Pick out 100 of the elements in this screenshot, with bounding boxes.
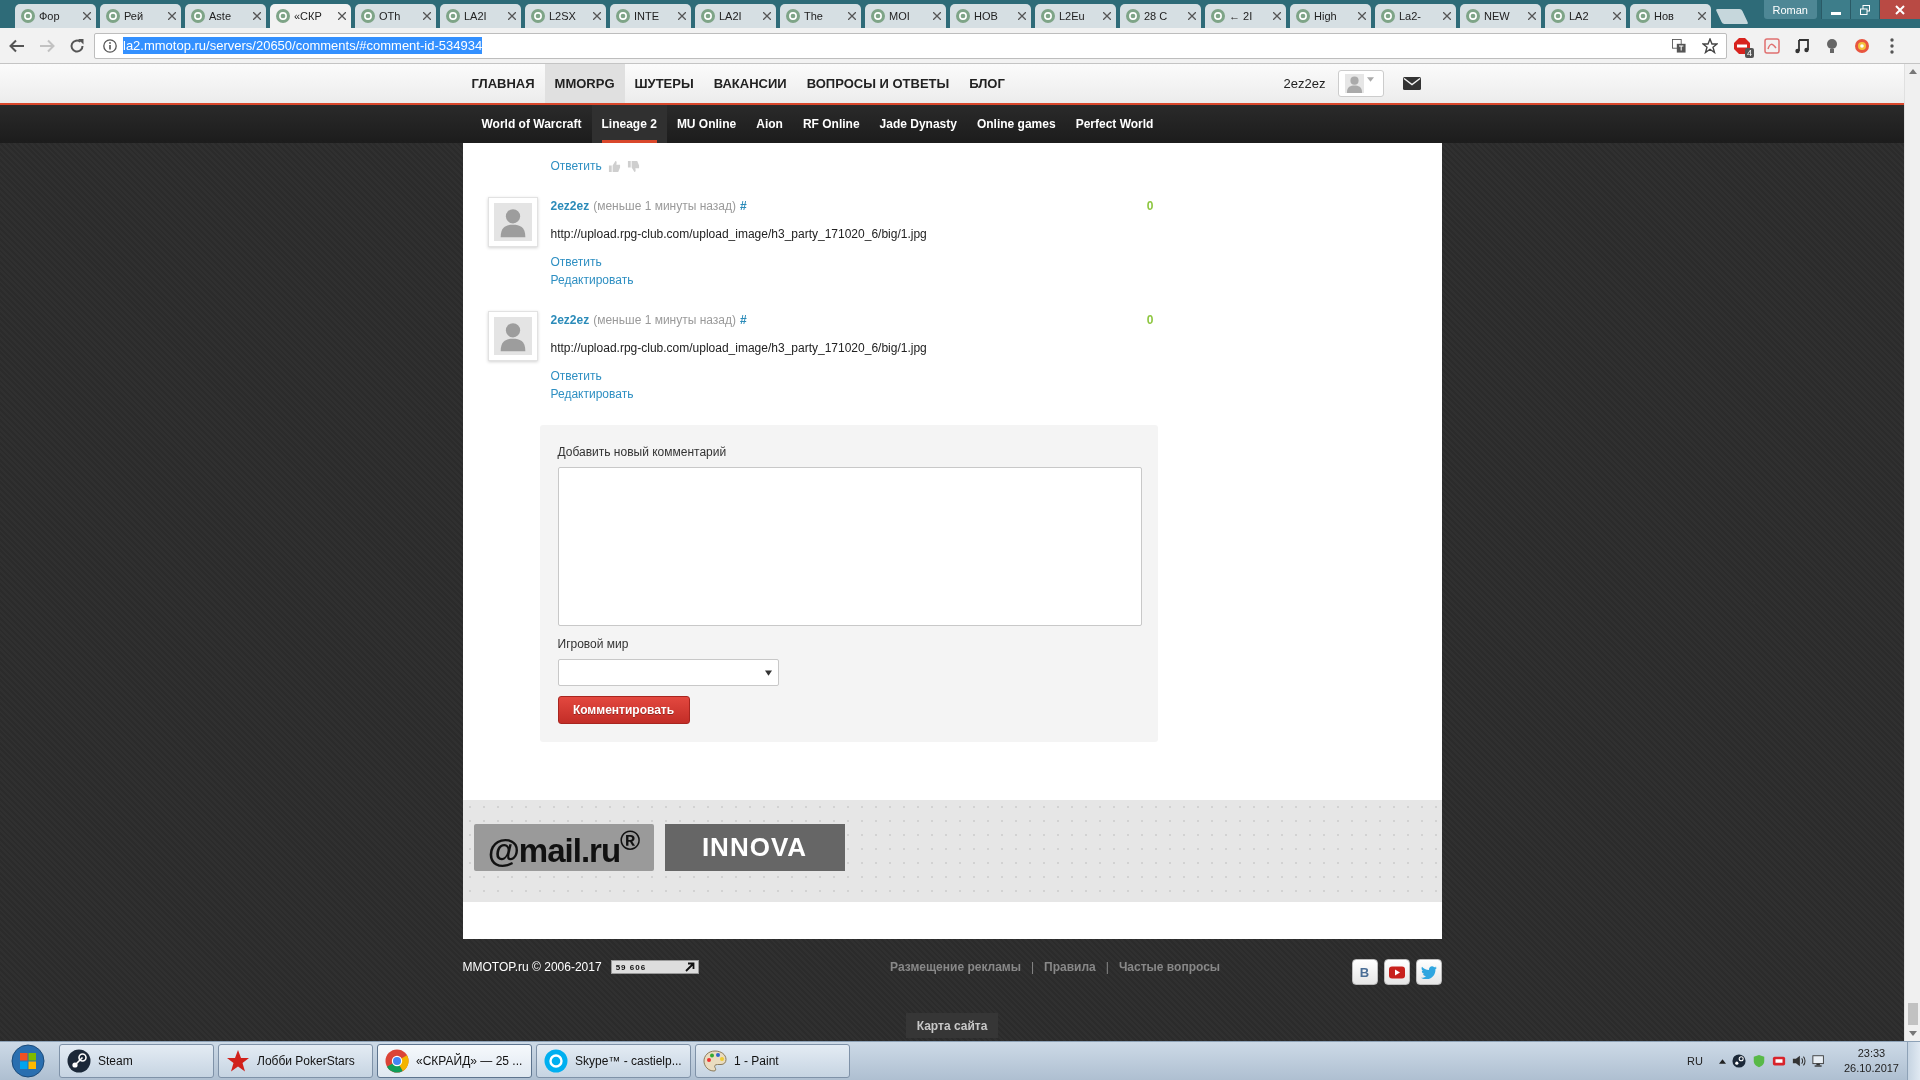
close-icon[interactable] xyxy=(933,12,941,20)
game-tab[interactable]: MU Online xyxy=(666,105,747,143)
close-icon[interactable] xyxy=(1018,12,1026,20)
browser-tab[interactable]: L2SX xyxy=(525,4,606,28)
game-tab[interactable]: World of Warcraft xyxy=(471,105,592,143)
extension-button[interactable]: 4 xyxy=(1727,31,1757,60)
scrollbar[interactable] xyxy=(1904,64,1920,1041)
close-icon[interactable] xyxy=(1528,12,1536,20)
steam-icon[interactable] xyxy=(1731,1054,1746,1068)
footer-link[interactable]: Размещение рекламы xyxy=(890,960,1021,974)
language-indicator[interactable]: RU xyxy=(1687,1055,1703,1067)
vk-link[interactable]: В xyxy=(1351,959,1378,985)
caret-icon[interactable] xyxy=(1718,1058,1726,1064)
browser-tab[interactable]: Рей xyxy=(100,4,181,28)
twitter-link[interactable] xyxy=(1415,959,1442,985)
clock-time[interactable]: 23:33 xyxy=(1857,1046,1886,1061)
speaker-icon[interactable] xyxy=(1791,1054,1806,1068)
browser-tab[interactable]: La2- xyxy=(1375,4,1456,28)
innova-logo[interactable]: INNOVA xyxy=(664,824,845,871)
nav-link[interactable]: ШУТЕРЫ xyxy=(624,64,704,103)
game-tab[interactable]: Perfect World xyxy=(1065,105,1164,143)
close-icon[interactable] xyxy=(1188,12,1196,20)
mail-ru-logo[interactable]: @mail.ru$^{®}$ xyxy=(473,824,654,871)
close-icon[interactable] xyxy=(1273,12,1281,20)
browser-tab[interactable]: 28 C xyxy=(1120,4,1201,28)
nav-link[interactable]: БЛОГ xyxy=(959,64,1015,103)
close-icon[interactable] xyxy=(1103,12,1111,20)
close-icon[interactable] xyxy=(1358,12,1366,20)
close-button[interactable] xyxy=(1879,0,1920,19)
submit-button[interactable]: Комментировать xyxy=(557,696,690,724)
browser-tab[interactable]: Фор xyxy=(15,4,96,28)
browser-tab[interactable]: «СКР xyxy=(270,4,351,28)
browser-tab[interactable]: Нов xyxy=(1630,4,1711,28)
footer-link[interactable]: Правила xyxy=(1044,960,1096,974)
minimize-button[interactable] xyxy=(1821,0,1850,19)
profile-button[interactable]: Roman xyxy=(1763,0,1817,19)
close-icon[interactable] xyxy=(1698,12,1706,20)
browser-tab[interactable]: Aste xyxy=(185,4,266,28)
game-tab[interactable]: Jade Dynasty xyxy=(869,105,967,143)
translate-icon[interactable] xyxy=(1672,38,1686,53)
browser-tab[interactable]: ОТh xyxy=(355,4,436,28)
browser-tab[interactable]: MOI xyxy=(865,4,946,28)
sitemap-tab[interactable]: Карта сайта xyxy=(905,1013,999,1038)
close-icon[interactable] xyxy=(1443,12,1451,20)
game-tab[interactable]: Online games xyxy=(966,105,1066,143)
bookmark-star-icon[interactable] xyxy=(1702,37,1718,54)
permalink[interactable]: # xyxy=(740,313,747,327)
permalink[interactable]: # xyxy=(740,199,747,213)
edit-link[interactable]: Редактировать xyxy=(550,271,634,289)
taskbar-button[interactable]: «СКРАЙД» — 25 ... xyxy=(377,1044,532,1078)
game-tab[interactable]: Lineage 2 xyxy=(591,105,667,143)
browser-tab[interactable]: The xyxy=(780,4,861,28)
counter-badge[interactable]: 59 606 xyxy=(610,960,699,974)
scroll-down-icon[interactable] xyxy=(1908,1031,1917,1036)
thumbs-up-icon[interactable] xyxy=(607,159,621,173)
reply-link[interactable]: Ответить xyxy=(550,367,602,385)
nav-link[interactable]: ГЛАВНАЯ xyxy=(461,64,545,103)
close-icon[interactable] xyxy=(83,12,91,20)
username[interactable]: 2ez2ez xyxy=(1283,76,1326,91)
footer-link[interactable]: Частые вопросы xyxy=(1118,960,1221,974)
network-icon[interactable] xyxy=(1811,1054,1826,1068)
browser-tab[interactable]: LA2 xyxy=(1545,4,1626,28)
browser-tab[interactable]: INTE xyxy=(610,4,691,28)
nav-link[interactable]: MMORPG xyxy=(544,64,625,103)
author-link[interactable]: 2ez2ez xyxy=(550,313,590,327)
game-tab[interactable]: Aion xyxy=(746,105,793,143)
close-icon[interactable] xyxy=(508,12,516,20)
close-icon[interactable] xyxy=(1613,12,1621,20)
close-icon[interactable] xyxy=(423,12,431,20)
nav-link[interactable]: ВАКАНСИИ xyxy=(703,64,797,103)
restore-button[interactable] xyxy=(1850,0,1879,19)
browser-tab[interactable]: НОВ xyxy=(950,4,1031,28)
close-icon[interactable] xyxy=(253,12,261,20)
browser-tab[interactable]: L2Eu xyxy=(1035,4,1116,28)
clock-date[interactable]: 26.10.2017 xyxy=(1843,1061,1899,1076)
taskbar-button[interactable]: Лобби PokerStars xyxy=(218,1044,373,1078)
reply-link[interactable]: Ответить xyxy=(550,157,602,175)
video-link[interactable] xyxy=(1383,959,1410,985)
thumbs-down-icon[interactable] xyxy=(626,159,640,173)
close-icon[interactable] xyxy=(848,12,856,20)
new-tab-button[interactable] xyxy=(1715,9,1749,24)
edit-link[interactable]: Редактировать xyxy=(550,385,634,403)
reply-link[interactable]: Ответить xyxy=(550,253,602,271)
author-link[interactable]: 2ez2ez xyxy=(550,199,590,213)
taskbar-button[interactable]: 1 - Paint xyxy=(695,1044,850,1078)
envelope-icon[interactable] xyxy=(1402,77,1421,90)
taskbar-button[interactable]: Skype™ - castielp... xyxy=(536,1044,691,1078)
taskbar-button[interactable]: Steam xyxy=(59,1044,214,1078)
browser-tab[interactable]: ← 2I xyxy=(1205,4,1286,28)
close-icon[interactable] xyxy=(168,12,176,20)
nav-link[interactable]: ВОПРОСЫ И ОТВЕТЫ xyxy=(796,64,960,103)
scrollbar-thumb[interactable] xyxy=(1907,1003,1918,1025)
browser-tab[interactable]: LA2I xyxy=(695,4,776,28)
browser-tab[interactable]: NEW xyxy=(1460,4,1541,28)
browser-tab[interactable]: LA2I xyxy=(440,4,521,28)
browser-tab[interactable]: High xyxy=(1290,4,1371,28)
window-icon[interactable] xyxy=(1771,1054,1786,1068)
scroll-up-icon[interactable] xyxy=(1908,69,1917,74)
close-icon[interactable] xyxy=(593,12,601,20)
close-icon[interactable] xyxy=(763,12,771,20)
